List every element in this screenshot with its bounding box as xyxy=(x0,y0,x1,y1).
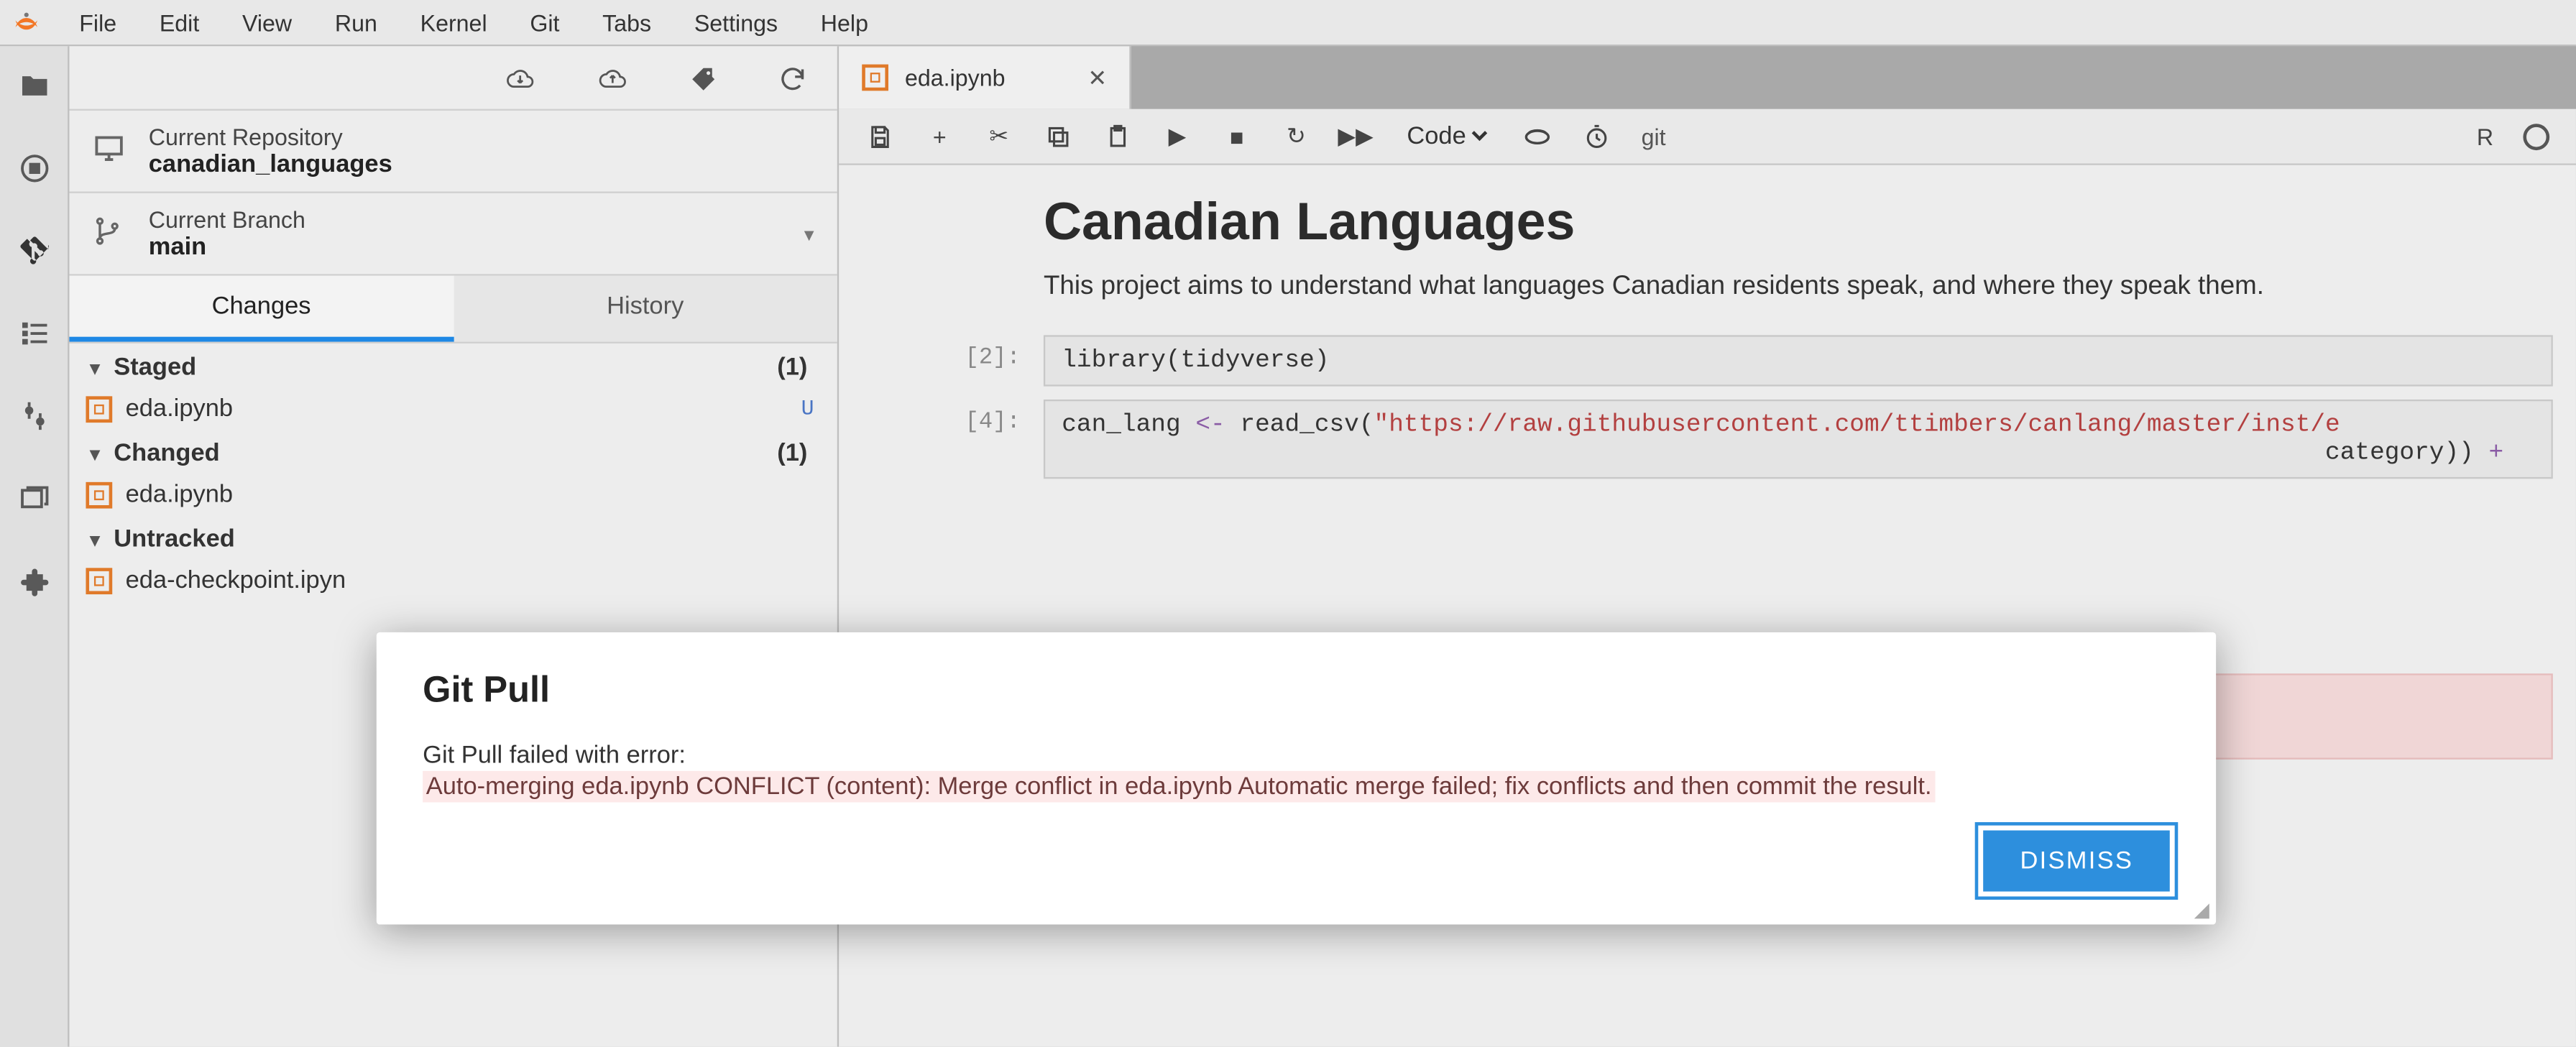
changed-file-row[interactable]: eda.ipynb xyxy=(69,474,837,515)
file-tab-label: eda.ipynb xyxy=(905,65,1005,91)
git-panel-tabs: Changes History xyxy=(69,274,837,343)
notebook-title: Canadian Languages xyxy=(1044,191,2553,252)
toc-icon[interactable] xyxy=(14,314,54,354)
branch-icon xyxy=(93,215,126,253)
cell-type-select[interactable]: Code xyxy=(1400,121,1493,152)
notebook-icon xyxy=(862,65,888,91)
close-icon[interactable]: ✕ xyxy=(1087,63,1107,91)
timing-icon[interactable] xyxy=(1582,121,1611,151)
render-icon[interactable] xyxy=(1522,121,1552,151)
changed-count: (1) xyxy=(777,439,807,467)
restart-icon[interactable]: ↻ xyxy=(1282,121,1311,151)
stop-icon[interactable]: ■ xyxy=(1222,121,1251,151)
cut-icon[interactable]: ✂ xyxy=(984,121,1013,151)
chevron-down-icon[interactable]: ▾ xyxy=(804,222,814,245)
branch-name: main xyxy=(149,233,305,261)
cell-prompt: [4]: xyxy=(862,400,1044,436)
save-icon[interactable] xyxy=(865,121,895,151)
tag-icon[interactable] xyxy=(689,63,718,98)
tabs-icon[interactable] xyxy=(14,479,54,518)
notebook-toolbar: + ✂ ▶ ■ ↻ ▶▶ Code git R xyxy=(839,109,2576,165)
menu-tabs[interactable]: Tabs xyxy=(583,2,671,42)
run-icon[interactable]: ▶ xyxy=(1162,121,1192,151)
staged-title: Staged xyxy=(114,354,196,382)
copy-icon[interactable] xyxy=(1044,121,1073,151)
file-name: eda.ipynb xyxy=(126,395,233,423)
running-icon[interactable] xyxy=(14,149,54,188)
notebook-icon xyxy=(86,567,112,594)
current-repo[interactable]: Current Repository canadian_languages xyxy=(69,109,837,192)
notebook-desc: This project aims to understand what lan… xyxy=(1044,272,2553,302)
markdown-cell[interactable]: Canadian Languages This project aims to … xyxy=(862,191,2553,302)
menu-git[interactable]: Git xyxy=(510,2,579,42)
settings-icon[interactable] xyxy=(14,396,54,435)
tab-history[interactable]: History xyxy=(454,276,837,342)
cell-prompt: [2]: xyxy=(862,335,1044,372)
caret-down-icon: ▼ xyxy=(86,360,104,380)
jupyter-logo-icon xyxy=(6,2,46,42)
notebook-icon xyxy=(86,481,112,508)
menu-help[interactable]: Help xyxy=(801,2,888,42)
repo-name: canadian_languages xyxy=(149,150,392,178)
run-all-icon[interactable]: ▶▶ xyxy=(1340,121,1370,151)
caret-down-icon: ▼ xyxy=(86,446,104,466)
menu-view[interactable]: View xyxy=(222,2,311,42)
menu-settings[interactable]: Settings xyxy=(674,2,797,42)
resize-handle-icon[interactable]: ◢ xyxy=(2194,898,2209,921)
untracked-title: Untracked xyxy=(114,525,235,553)
menu-edit[interactable]: Edit xyxy=(139,2,219,42)
untracked-file-row[interactable]: eda-checkpoint.ipyn xyxy=(69,560,837,601)
cloud-pull-icon[interactable] xyxy=(504,63,537,98)
dismiss-button[interactable]: DISMISS xyxy=(1984,831,2170,892)
repo-label: Current Repository xyxy=(149,124,392,150)
menubar: File Edit View Run Kernel Git Tabs Setti… xyxy=(0,0,2576,46)
tab-bar: eda.ipynb ✕ xyxy=(839,46,2576,109)
menu-run[interactable]: Run xyxy=(315,2,397,42)
kernel-lang[interactable]: R xyxy=(2477,123,2493,149)
file-tab[interactable]: eda.ipynb ✕ xyxy=(839,46,1132,109)
staged-count: (1) xyxy=(777,354,807,382)
tab-changes[interactable]: Changes xyxy=(69,276,453,342)
changed-title: Changed xyxy=(114,439,219,467)
code-content[interactable]: library(tidyverse) xyxy=(1044,335,2553,386)
dialog-message: Git Pull failed with error: xyxy=(423,742,2170,770)
folder-icon[interactable] xyxy=(14,66,54,106)
menu-file[interactable]: File xyxy=(60,2,137,42)
refresh-icon[interactable] xyxy=(778,63,807,98)
code-cell-2[interactable]: [4]: can_lang <- read_csv("https://raw.g… xyxy=(862,400,2553,479)
section-untracked[interactable]: ▼ Untracked xyxy=(69,515,837,560)
branch-label: Current Branch xyxy=(149,206,305,233)
file-name: eda-checkpoint.ipyn xyxy=(126,566,346,594)
cloud-push-icon[interactable] xyxy=(596,63,629,98)
dialog-error: Auto-merging eda.ipynb CONFLICT (content… xyxy=(423,771,1935,803)
current-branch[interactable]: Current Branch main ▾ xyxy=(69,191,837,274)
caret-down-icon: ▼ xyxy=(86,532,104,552)
code-cell-1[interactable]: [2]: library(tidyverse) xyxy=(862,335,2553,386)
git-toolbar-label[interactable]: git xyxy=(1642,123,1666,149)
staged-file-row[interactable]: eda.ipynb U xyxy=(69,388,837,429)
git-panel-toolbar xyxy=(69,46,837,109)
git-pull-dialog: Git Pull Git Pull failed with error: Aut… xyxy=(377,632,2216,925)
notebook-icon xyxy=(86,395,112,422)
file-name: eda.ipynb xyxy=(126,481,233,509)
activity-bar xyxy=(0,46,69,1046)
menu-kernel[interactable]: Kernel xyxy=(400,2,507,42)
git-icon[interactable] xyxy=(14,231,54,271)
extensions-icon[interactable] xyxy=(14,561,54,601)
kernel-status-icon[interactable] xyxy=(2523,123,2549,149)
desktop-icon xyxy=(93,132,126,170)
section-staged[interactable]: ▼ Staged (1) xyxy=(69,343,837,388)
dialog-title: Git Pull xyxy=(423,668,2170,711)
code-content[interactable]: can_lang <- read_csv("https://raw.github… xyxy=(1044,400,2553,479)
paste-icon[interactable] xyxy=(1103,121,1133,151)
status-unmerged: U xyxy=(801,396,814,420)
add-icon[interactable]: + xyxy=(925,121,954,151)
section-changed[interactable]: ▼ Changed (1) xyxy=(69,429,837,474)
